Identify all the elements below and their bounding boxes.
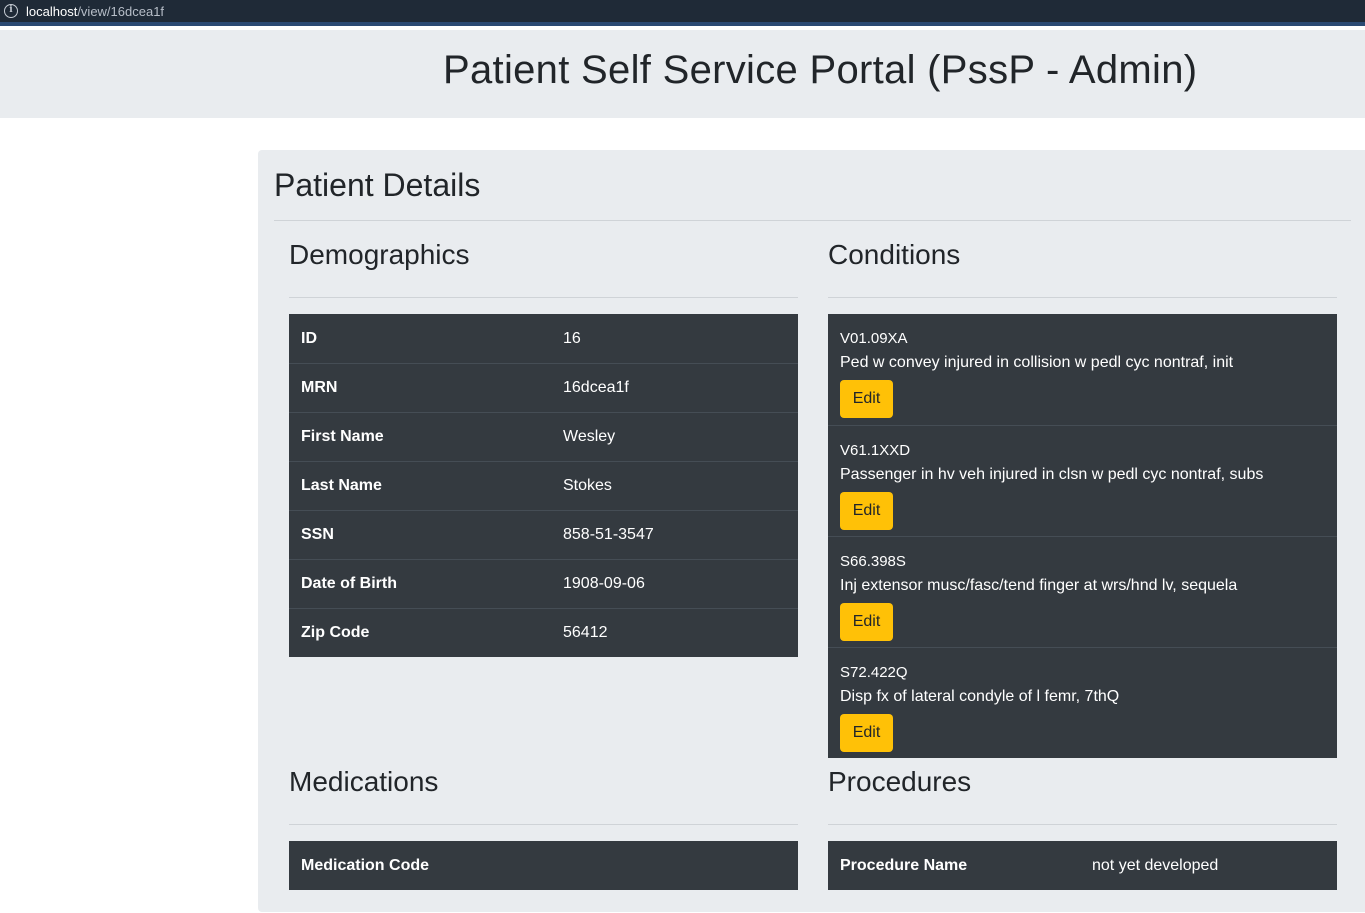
row-label: ID bbox=[301, 329, 317, 347]
table-row: SSN 858-51-3547 bbox=[289, 510, 798, 559]
table-row: Date of Birth 1908-09-06 bbox=[289, 559, 798, 608]
conditions-list: V01.09XA Ped w convey injured in collisi… bbox=[828, 314, 1337, 758]
edit-button[interactable]: Edit bbox=[840, 603, 893, 641]
condition-description: Disp fx of lateral condyle of l femr, 7t… bbox=[840, 688, 1120, 705]
page-title: Patient Self Service Portal (PssP - Admi… bbox=[443, 48, 1198, 92]
procedures-table: Procedure Name not yet developed bbox=[828, 841, 1337, 890]
table-header-row: Procedure Name not yet developed bbox=[828, 841, 1337, 890]
divider bbox=[828, 297, 1337, 298]
row-value: 16 bbox=[563, 329, 581, 347]
condition-code: S66.398S bbox=[840, 553, 906, 570]
table-row: Zip Code 56412 bbox=[289, 608, 798, 657]
medications-heading: Medications bbox=[289, 766, 439, 797]
condition-code: V61.1XXD bbox=[840, 442, 911, 459]
conditions-section: Conditions V01.09XA Ped w convey injured… bbox=[828, 237, 1337, 758]
row-value: Wesley bbox=[563, 428, 616, 445]
divider bbox=[289, 297, 798, 298]
patient-details-card: Patient Details Demographics ID 16 MRN 1… bbox=[258, 150, 1365, 912]
divider bbox=[828, 824, 1337, 825]
column-header: Procedure Name bbox=[840, 856, 968, 874]
divider bbox=[289, 824, 798, 825]
medications-section: Medications Medication Code bbox=[289, 764, 798, 890]
demographics-section: Demographics ID 16 MRN 16dcea1f First Na… bbox=[289, 237, 798, 657]
row-value: 16dcea1f bbox=[563, 379, 629, 396]
demographics-table: ID 16 MRN 16dcea1f First Name Wesley Las… bbox=[289, 314, 798, 657]
table-row: Last Name Stokes bbox=[289, 461, 798, 510]
edit-button[interactable]: Edit bbox=[840, 380, 893, 418]
row-value: 858-51-3547 bbox=[563, 526, 654, 543]
condition-code: V01.09XA bbox=[840, 330, 908, 347]
row-label: MRN bbox=[301, 379, 338, 396]
edit-button[interactable]: Edit bbox=[840, 492, 893, 530]
row-value: 56412 bbox=[563, 624, 608, 641]
edit-button[interactable]: Edit bbox=[840, 714, 893, 752]
table-row: ID 16 bbox=[289, 314, 798, 363]
procedures-heading: Procedures bbox=[828, 766, 972, 797]
list-item: S72.422Q Disp fx of lateral condyle of l… bbox=[828, 647, 1337, 758]
info-icon[interactable]: i bbox=[4, 4, 18, 18]
table-row: MRN 16dcea1f bbox=[289, 363, 798, 412]
condition-description: Inj extensor musc/fasc/tend finger at wr… bbox=[840, 577, 1238, 594]
condition-code: S72.422Q bbox=[840, 664, 908, 681]
row-label: Date of Birth bbox=[301, 575, 397, 592]
row-label: Last Name bbox=[301, 477, 382, 494]
header-banner: Patient Self Service Portal (PssP - Admi… bbox=[0, 30, 1365, 118]
row-label: SSN bbox=[301, 526, 334, 543]
list-item: V61.1XXD Passenger in hv veh injured in … bbox=[828, 425, 1337, 536]
demographics-heading: Demographics bbox=[289, 239, 470, 270]
table-header-row: Medication Code bbox=[289, 841, 798, 890]
divider bbox=[274, 220, 1351, 221]
procedures-section: Procedures Procedure Name not yet develo… bbox=[828, 764, 1337, 890]
conditions-heading: Conditions bbox=[828, 239, 961, 270]
row-label: Zip Code bbox=[301, 624, 370, 641]
row-value: 1908-09-06 bbox=[563, 575, 645, 592]
table-row: First Name Wesley bbox=[289, 412, 798, 461]
column-header: Medication Code bbox=[301, 856, 430, 874]
medications-table: Medication Code bbox=[289, 841, 798, 890]
list-item: V01.09XA Ped w convey injured in collisi… bbox=[828, 314, 1337, 425]
condition-description: Ped w convey injured in collision w pedl… bbox=[840, 354, 1234, 371]
row-value: Stokes bbox=[563, 477, 612, 494]
url-path: /view/16dcea1f bbox=[77, 3, 165, 19]
url-host: localhost bbox=[26, 3, 78, 19]
column-header-note: not yet developed bbox=[1092, 856, 1219, 874]
card-title: Patient Details bbox=[274, 167, 481, 203]
condition-description: Passenger in hv veh injured in clsn w pe… bbox=[840, 466, 1264, 483]
browser-address-bar[interactable]: i localhost/view/16dcea1f bbox=[0, 0, 1365, 26]
list-item: S66.398S Inj extensor musc/fasc/tend fin… bbox=[828, 536, 1337, 647]
row-label: First Name bbox=[301, 428, 384, 445]
